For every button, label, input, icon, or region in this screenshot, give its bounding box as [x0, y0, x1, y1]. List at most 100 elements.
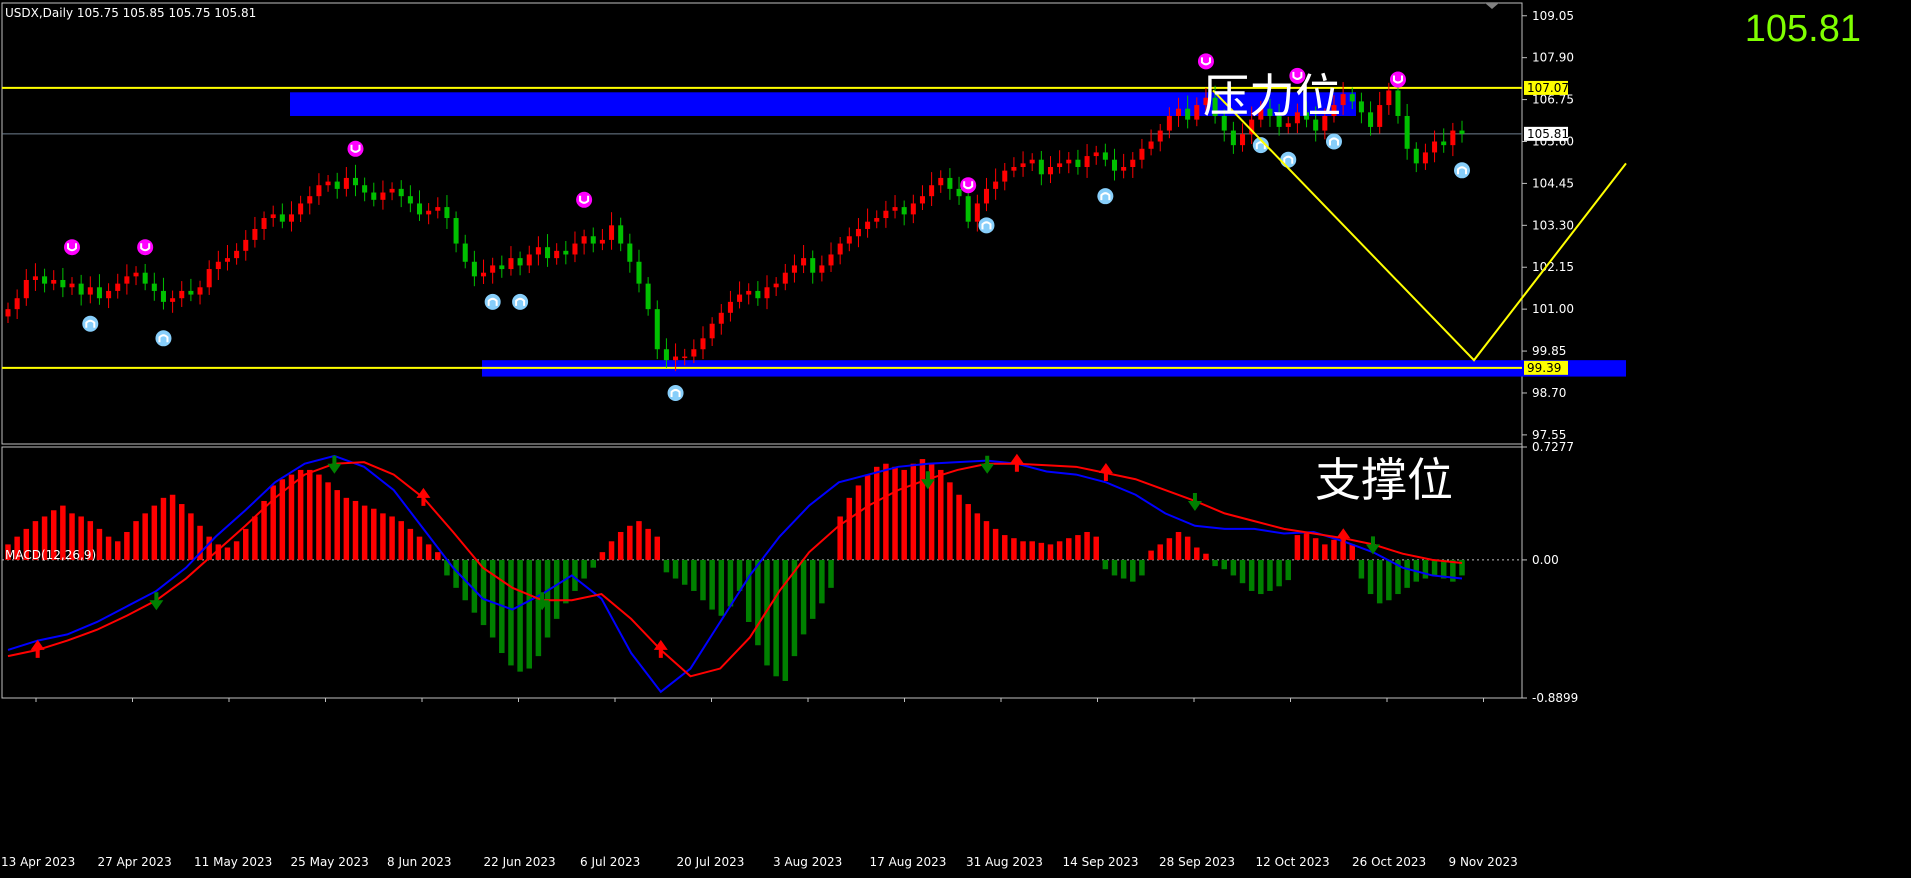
macd-histogram-bar: [608, 541, 615, 560]
candle-body: [865, 221, 871, 229]
macd-histogram-bar: [1120, 559, 1127, 579]
candle-body: [554, 250, 560, 259]
candle-body: [481, 272, 487, 277]
symbol-header: USDX,Daily 105.75 105.85 105.75 105.81: [5, 6, 257, 20]
macd-histogram-bar: [718, 559, 725, 616]
macd-histogram-bar: [1184, 536, 1191, 560]
candle-body: [316, 185, 322, 197]
candle-body: [938, 177, 944, 186]
macd-histogram-bar: [745, 559, 752, 622]
macd-histogram-bar: [1285, 559, 1291, 581]
macd-histogram-bar: [938, 469, 944, 560]
resistance-axis-tag: 107.07: [1527, 81, 1569, 95]
macd-histogram-bar: [407, 528, 414, 560]
macd-panel-frame: [1, 446, 1523, 699]
price-axis-tick-label: 102.15: [1532, 260, 1574, 274]
candle-body: [517, 258, 523, 266]
macd-axis-tick-label: -0.8899: [1532, 691, 1578, 705]
candle-body: [1368, 112, 1374, 127]
candle-body: [1340, 94, 1346, 106]
macd-buy-arrow-icon: [1098, 463, 1113, 482]
fractal-marker-disc: [1280, 151, 1297, 168]
candle-body: [1386, 90, 1392, 106]
macd-histogram-bar: [563, 559, 569, 604]
candle-body: [270, 214, 276, 219]
candle-body: [499, 265, 505, 270]
candle-body: [124, 276, 130, 284]
candle-body: [791, 265, 797, 273]
macd-histogram-bar: [1011, 538, 1017, 560]
macd-histogram-bar: [435, 552, 441, 560]
fractal-down-icon: [484, 293, 501, 310]
fractal-marker-disc: [1097, 188, 1114, 205]
time-axis-tick-label: 28 Sep 2023: [1159, 855, 1235, 869]
macd-histogram-bar: [114, 541, 121, 560]
macd-histogram-bar: [700, 559, 706, 601]
macd-histogram-bar: [1267, 559, 1273, 591]
macd-histogram-bar: [901, 469, 907, 560]
candle-body: [179, 290, 185, 299]
macd-histogram-bar: [1075, 535, 1081, 560]
candle-body: [444, 207, 450, 219]
candle-body: [874, 218, 880, 222]
macd-histogram-bar: [773, 559, 779, 677]
macd-histogram-bar: [828, 559, 834, 588]
candle-body: [5, 309, 11, 317]
macd-histogram-bar: [142, 513, 148, 560]
candle-body: [1020, 163, 1026, 168]
candle-body: [106, 290, 112, 299]
candle-body: [133, 272, 139, 277]
time-axis-tick-label: 17 Aug 2023: [870, 855, 947, 869]
candle-body: [700, 338, 706, 350]
fractal-down-icon: [667, 384, 684, 401]
macd-histogram-bar: [1276, 559, 1282, 587]
candle-body: [78, 283, 84, 295]
candle-body: [96, 287, 102, 299]
candle-body: [654, 309, 660, 350]
candle-body: [42, 276, 48, 284]
candle-body: [782, 272, 788, 284]
candle-body: [892, 207, 898, 211]
macd-histogram-bar: [233, 541, 240, 560]
fractal-up-icon: [960, 177, 977, 194]
time-axis-tick-label: 11 May 2023: [194, 855, 272, 869]
macd-axis-tick-label: 0.00: [1532, 553, 1559, 567]
candle-body: [407, 196, 413, 204]
candle-body: [755, 290, 761, 299]
usdx-chart[interactable]: 109.05107.90106.75105.60104.45103.30102.…: [0, 0, 1911, 878]
fractal-marker-disc: [1454, 162, 1470, 179]
candle-body: [343, 177, 349, 189]
candle-body: [965, 196, 971, 222]
candle-body: [581, 236, 587, 244]
candle-body: [1066, 159, 1072, 164]
macd-histogram-bar: [535, 559, 542, 657]
macd-histogram-bar: [1066, 538, 1072, 560]
macd-histogram-bar: [1111, 559, 1118, 576]
macd-histogram-bar: [1166, 538, 1173, 560]
candle-body: [279, 214, 285, 222]
macd-histogram-bar: [1258, 559, 1264, 595]
candle-body: [142, 272, 148, 284]
time-axis-tick-label: 25 May 2023: [291, 855, 369, 869]
candle-body: [170, 298, 176, 302]
time-axis-tick-label: 12 Oct 2023: [1256, 855, 1330, 869]
macd-histogram-bar: [334, 490, 340, 560]
fractal-marker-disc: [978, 217, 995, 234]
time-axis-tick-label: 13 Apr 2023: [1, 855, 75, 869]
candle-body: [526, 254, 532, 266]
candle-body: [87, 287, 93, 295]
macd-histogram-bar: [1221, 559, 1227, 570]
macd-histogram-bar: [1294, 535, 1301, 560]
candle-body: [151, 283, 157, 291]
macd-histogram-bar: [599, 552, 606, 560]
candle-body: [636, 261, 642, 284]
time-axis-tick-label: 22 Jun 2023: [484, 855, 556, 869]
candle-body: [1377, 105, 1383, 127]
time-axis-tick-label: 14 Sep 2023: [1063, 855, 1139, 869]
macd-histogram-bar: [133, 521, 139, 560]
candle-body: [764, 287, 770, 299]
macd-histogram-bar: [1312, 538, 1319, 560]
time-axis-tick-label: 31 Aug 2023: [966, 855, 1043, 869]
candle-body: [32, 276, 38, 280]
macd-histogram-bar: [224, 547, 231, 560]
